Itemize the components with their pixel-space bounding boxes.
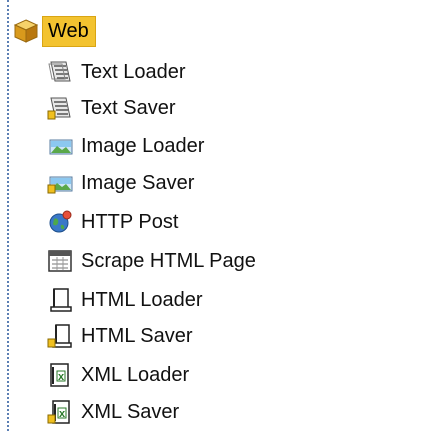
tree-item-http-post[interactable]: HTTP Post: [44, 206, 178, 238]
globe-icon: [44, 208, 76, 236]
tree-item-label: Image Saver: [81, 172, 195, 194]
tree-item-image-saver[interactable]: Image Saver: [44, 167, 194, 199]
svg-text:x: x: [59, 408, 66, 420]
tree-guide-line: [7, 0, 9, 431]
xml-loader-icon: x: [44, 361, 76, 389]
tree-item-image-loader[interactable]: Image Loader: [44, 130, 204, 162]
node-tree: Web Text Loader Text Saver Image Loader …: [0, 0, 446, 431]
tree-item-label: HTML Saver: [81, 325, 193, 347]
tree-item-text-saver[interactable]: Text Saver: [44, 92, 175, 124]
tree-item-label: HTTP Post: [81, 211, 179, 233]
tree-item-label: Image Loader: [81, 135, 205, 157]
tree-item-label: Text Saver: [81, 97, 176, 119]
tree-item-label: XML Loader: [81, 364, 190, 386]
tree-node-web[interactable]: Web: [12, 15, 96, 47]
image-loader-icon: [44, 132, 76, 160]
tree-node-label: Web: [42, 15, 96, 47]
text-loader-icon: [44, 58, 76, 86]
cube-icon: [12, 17, 40, 45]
text-saver-icon: [44, 94, 76, 122]
tree-item-html-loader[interactable]: HTML Loader: [44, 284, 203, 316]
tree-item-label: XML Saver: [81, 401, 180, 423]
tree-item-label: Scrape HTML Page: [81, 250, 256, 272]
image-saver-icon: [44, 169, 76, 197]
calendar-page-icon: [44, 247, 76, 275]
tree-item-xml-saver[interactable]: x XML Saver: [44, 396, 179, 428]
html-loader-icon: [44, 286, 76, 314]
tree-item-label: Text Loader: [81, 61, 186, 83]
html-saver-icon: [44, 322, 76, 350]
xml-saver-icon: x: [44, 398, 76, 426]
tree-item-text-loader[interactable]: Text Loader: [44, 56, 186, 88]
tree-item-label: HTML Loader: [81, 289, 203, 311]
tree-item-scrape-html-page[interactable]: Scrape HTML Page: [44, 245, 256, 277]
tree-item-html-saver[interactable]: HTML Saver: [44, 320, 193, 352]
tree-item-xml-loader[interactable]: x XML Loader: [44, 359, 189, 391]
